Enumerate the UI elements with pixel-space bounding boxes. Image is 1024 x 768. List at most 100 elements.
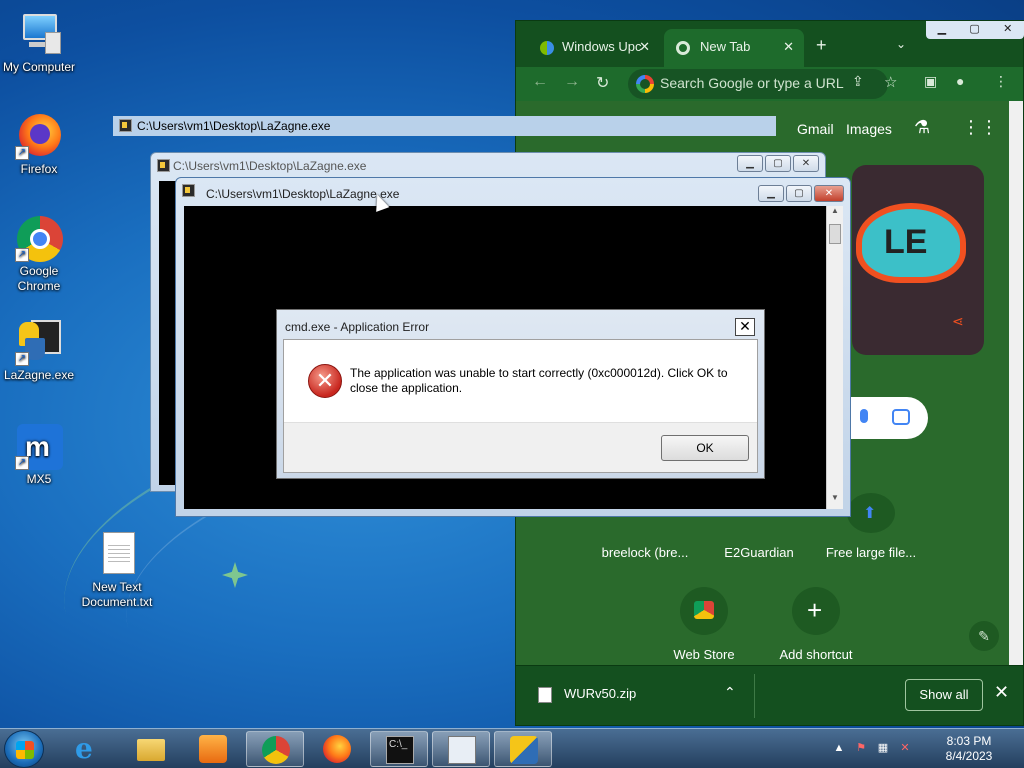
shortcut-web-store[interactable]: Web Store <box>649 587 759 662</box>
share-icon[interactable]: ⋖ <box>952 313 964 330</box>
maximize-icon[interactable]: ▢ <box>969 21 979 39</box>
taskbar-media-player[interactable] <box>184 731 242 767</box>
customize-pencil-icon[interactable]: ✎ <box>969 621 999 651</box>
console-scrollbar[interactable]: ▲ ▼ <box>826 206 843 509</box>
taskbar-lazagne[interactable] <box>494 731 552 767</box>
chevron-up-icon[interactable]: ⌃ <box>724 684 736 701</box>
close-icon[interactable]: ✕ <box>994 682 1009 703</box>
taskbar-cmd[interactable]: C:\_ <box>370 731 428 767</box>
side-panel-icon[interactable]: ▣ <box>924 73 937 90</box>
desktop-icon-firefox[interactable]: ↗ Firefox <box>0 112 78 177</box>
shortcut-arrow-icon: ↗ <box>15 456 29 470</box>
scroll-up-icon[interactable]: ▲ <box>827 206 843 222</box>
omnibox[interactable]: Search Google or type a URL <box>628 69 888 99</box>
scroll-down-icon[interactable]: ▼ <box>827 493 843 509</box>
text-file-icon <box>93 530 141 578</box>
media-player-icon <box>199 735 227 763</box>
clock-date: 8/4/2023 <box>945 749 993 763</box>
desktop-icon-label: New Text Document.txt <box>81 580 153 609</box>
forward-icon[interactable]: → <box>564 73 580 91</box>
desktop-icon-label: Firefox <box>20 162 58 176</box>
upload-arrow-icon: ⬆ <box>863 505 877 522</box>
taskbar-explorer[interactable] <box>122 731 180 767</box>
firefox-icon <box>323 735 351 763</box>
taskbar-chrome[interactable] <box>246 731 304 767</box>
close-icon[interactable]: ✕ <box>793 155 819 172</box>
windows-update-icon <box>540 40 554 55</box>
network-icon[interactable]: ▦ <box>876 741 890 755</box>
new-tab-button[interactable]: + <box>816 35 827 56</box>
microphone-icon[interactable] <box>860 409 868 423</box>
close-icon[interactable]: ✕ <box>814 185 844 202</box>
close-icon[interactable]: ✕ <box>783 39 794 55</box>
desktop-icon-mx5[interactable]: m ↗ MX5 <box>0 422 78 487</box>
chevron-down-icon[interactable]: ⌄ <box>896 37 906 51</box>
maxthon-icon: m ↗ <box>15 422 63 470</box>
back-icon[interactable]: ← <box>532 73 548 91</box>
chrome-scrollbar[interactable] <box>1009 101 1023 667</box>
maximize-icon[interactable]: ▢ <box>786 185 812 202</box>
google-icon <box>636 75 654 93</box>
chrome-icon: ↗ <box>15 214 63 262</box>
share-icon[interactable]: ⇪ <box>852 73 864 90</box>
desktop-icon-lazagne[interactable]: ↗ LaZagne.exe <box>0 318 78 383</box>
window-caption-buttons: ▁ ▢ ✕ <box>735 155 819 172</box>
bookmark-star-icon[interactable]: ☆ <box>884 73 897 91</box>
desktop-icon-text-document[interactable]: New Text Document.txt <box>78 530 156 610</box>
shortcut-label: Add shortcut <box>779 647 853 662</box>
minimize-icon[interactable]: ▁ <box>758 185 784 202</box>
doodle-art: LE <box>856 203 966 283</box>
close-icon[interactable]: ✕ <box>735 318 755 336</box>
images-link[interactable]: Images <box>846 121 892 137</box>
labs-flask-icon[interactable]: ⚗ <box>914 117 930 138</box>
web-store-icon <box>694 601 714 619</box>
ok-button[interactable]: OK <box>661 435 749 461</box>
plus-icon: + <box>807 595 823 625</box>
menu-icon[interactable]: ⋮ <box>994 73 1008 90</box>
minimize-icon[interactable]: ▁ <box>737 155 763 172</box>
show-all-button[interactable]: Show all <box>905 679 983 711</box>
search-box[interactable] <box>846 397 928 439</box>
apps-grid-icon[interactable]: ⋮⋮ <box>962 117 998 138</box>
clock[interactable]: 8:03 PM 8/4/2023 <box>934 734 1004 764</box>
desktop-icon-chrome[interactable]: ↗ Google Chrome <box>0 214 78 294</box>
taskbar-firefox[interactable] <box>308 731 366 767</box>
cmd-icon <box>119 119 132 132</box>
desktop-icon-my-computer[interactable]: My Computer <box>0 10 78 75</box>
tab-new-tab[interactable]: New Tab ✕ <box>664 29 804 67</box>
shortcut-add[interactable]: + Add shortcut <box>761 587 871 662</box>
desktop-icon-label: My Computer <box>2 60 76 74</box>
cmd-icon: C:\_ <box>386 736 414 764</box>
console-window-back[interactable]: C:\Users\vm1\Desktop\LaZagne.exe <box>113 116 776 136</box>
close-icon[interactable]: ✕ <box>1003 21 1012 39</box>
taskbar-internet-explorer[interactable]: e <box>60 731 118 767</box>
volume-muted-icon[interactable]: ✕ <box>898 741 912 755</box>
shortcut-arrow-icon: ↗ <box>15 352 29 366</box>
chevron-up-icon[interactable]: ▲ <box>832 741 846 755</box>
tab-label: New Tab <box>700 39 751 54</box>
download-item[interactable]: WURv50.zip <box>538 686 636 703</box>
window-title: C:\Users\vm1\Desktop\LaZagne.exe <box>206 187 400 201</box>
shortcut-label: breelock (bre... <box>601 545 689 560</box>
chrome-icon <box>676 40 690 55</box>
google-doodle[interactable]: LE ⋖ <box>852 165 984 355</box>
start-button[interactable] <box>4 730 44 768</box>
google-lens-icon[interactable] <box>892 409 910 425</box>
chrome-toolbar: ← → ↻ Search Google or type a URL ⇪ ☆ ▣ … <box>516 67 1023 101</box>
gmail-link[interactable]: Gmail <box>797 121 834 137</box>
reload-icon[interactable]: ↻ <box>596 73 609 93</box>
maximize-icon[interactable]: ▢ <box>765 155 791 172</box>
error-message: The application was unable to start corr… <box>350 366 728 395</box>
window-title: C:\Users\vm1\Desktop\LaZagne.exe <box>173 159 367 173</box>
tab-windows-update[interactable]: Windows Upc ✕ <box>528 29 660 67</box>
minimize-icon[interactable]: ▁ <box>938 21 946 39</box>
profile-icon[interactable]: ● <box>956 73 964 89</box>
shortcut-tile: + <box>792 587 840 635</box>
application-error-dialog[interactable]: cmd.exe - Application Error ✕ ✕ The appl… <box>276 309 765 479</box>
scroll-thumb[interactable] <box>829 224 841 244</box>
close-icon[interactable]: ✕ <box>639 39 650 55</box>
action-center-flag-icon[interactable]: ⚑ <box>854 741 868 755</box>
taskbar-window[interactable] <box>432 731 490 767</box>
window-icon <box>448 736 476 764</box>
desktop-icon-label: Google Chrome <box>17 264 61 293</box>
